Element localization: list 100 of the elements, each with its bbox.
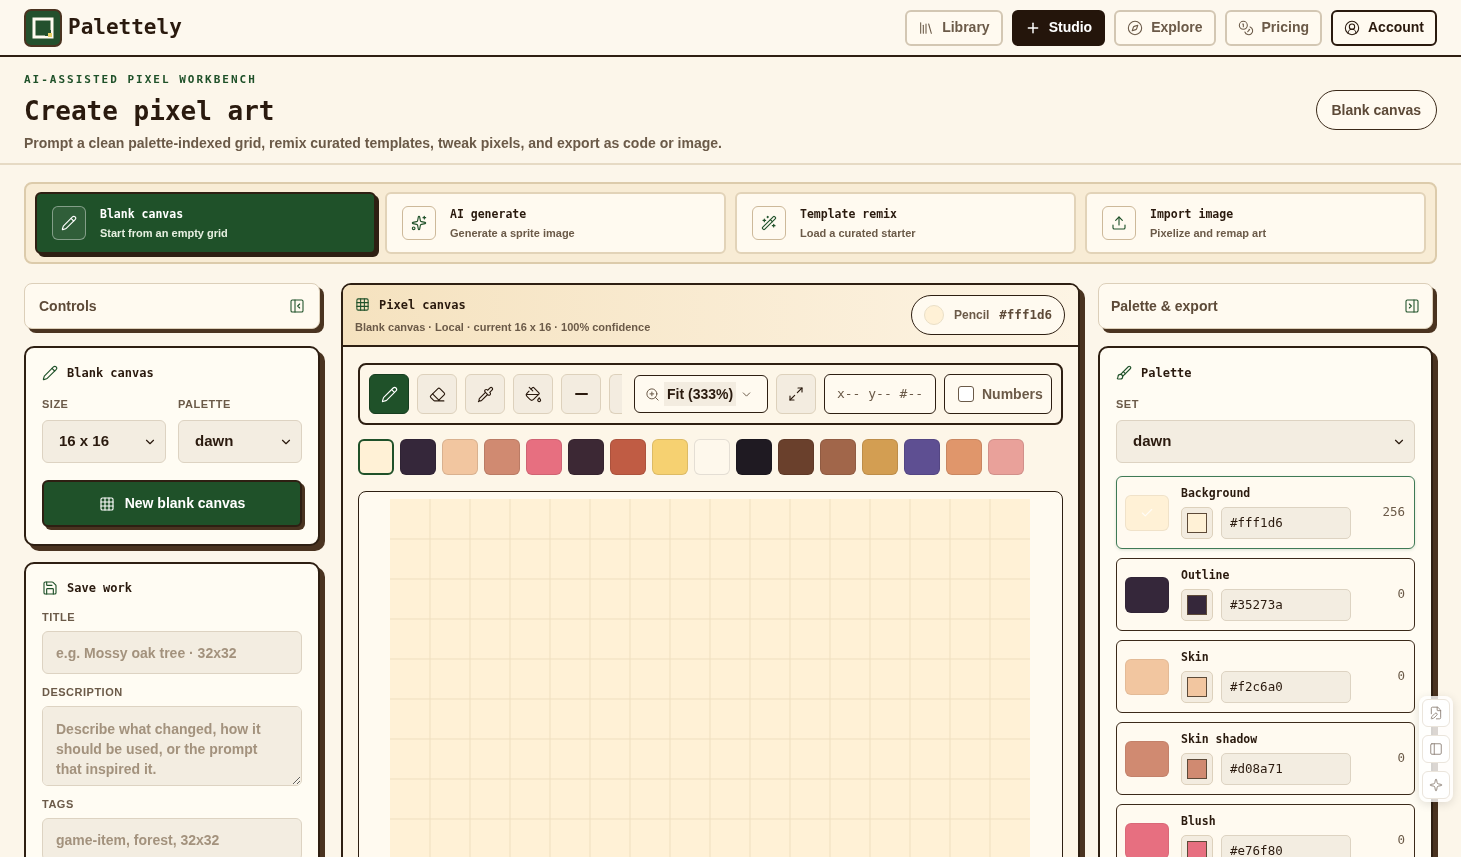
fullscreen-button[interactable] <box>776 374 816 414</box>
blank-canvas-button[interactable]: Blank canvas <box>1315 90 1437 130</box>
pixel-count: 0 <box>1397 831 1405 850</box>
tool-button[interactable] <box>369 374 409 414</box>
card-title: Blank canvas <box>67 365 154 382</box>
field-label: PALETTE <box>178 397 231 411</box>
grid-icon <box>355 297 370 312</box>
brush-hex: #fff1d6 <box>999 305 1052 324</box>
sparkle-icon <box>1429 778 1443 792</box>
mode-tab[interactable]: Blank canvas Start from an empty grid <box>35 192 376 254</box>
mode-subtitle: Start from an empty grid <box>100 225 228 240</box>
select-value: 16 x 16 <box>59 431 110 452</box>
field-label: TAGS <box>42 797 74 811</box>
panel-title: Palette & export <box>1111 296 1218 316</box>
zoom-value: Fit (333%) <box>664 382 737 406</box>
mode-subtitle: Pixelize and remap art <box>1150 225 1267 240</box>
paint-bucket-icon <box>524 385 542 403</box>
color-name: Background <box>1181 486 1251 500</box>
new-blank-canvas-button[interactable]: New blank canvas <box>42 480 302 527</box>
line-icon <box>574 393 588 395</box>
select-value: dawn <box>195 431 234 452</box>
palette-color-row[interactable]: Blush #e76f80 0 <box>1116 804 1415 857</box>
description-field[interactable]: Describe what changed, how it should be used, or the prompt that inspired it. <box>42 706 302 786</box>
pencil-icon <box>380 385 398 403</box>
field-label: TITLE <box>42 610 76 624</box>
hex-field[interactable]: #35273a <box>1221 589 1351 621</box>
panel-title: Controls <box>39 296 97 316</box>
pixel-count: 0 <box>1397 749 1405 768</box>
checkbox-label: Numbers <box>982 384 1043 404</box>
color-name: Skin <box>1181 650 1209 664</box>
palette-color-row[interactable]: Skin shadow #d08a71 0 <box>1116 722 1415 795</box>
magic-wand-icon <box>752 206 786 240</box>
sparkles-icon <box>402 206 436 240</box>
field-label: DESCRIPTION <box>42 685 123 699</box>
select-field[interactable]: dawn <box>178 420 302 463</box>
hex-field[interactable]: #d08a71 <box>1221 753 1351 785</box>
palette-color-row[interactable]: Outline #35273a 0 <box>1116 558 1415 631</box>
save-icon <box>42 580 58 596</box>
nav-link[interactable]: Library <box>905 9 1003 46</box>
select-value: dawn <box>1133 431 1172 452</box>
card-title: Palette <box>1141 365 1192 382</box>
eyedropper-icon <box>476 385 494 403</box>
collapse-panel-icon[interactable] <box>289 298 305 314</box>
nav-link[interactable]: Studio <box>1011 9 1106 46</box>
mode-tab[interactable]: Template remix Load a curated starter <box>735 192 1076 254</box>
pencil-icon <box>52 206 86 240</box>
palette-color-row[interactable]: Skin #f2c6a0 0 <box>1116 640 1415 713</box>
mode-tab[interactable]: Import image Pixelize and remap art <box>1085 192 1426 254</box>
card-title: Save work <box>67 580 133 597</box>
palette-color-row[interactable]: Background #fff1d6 256 <box>1116 476 1415 549</box>
pencil-icon <box>42 365 58 381</box>
input-field[interactable]: e.g. Mossy oak tree · 32x32 <box>42 631 302 674</box>
file-edit-button[interactable] <box>1422 699 1450 727</box>
select-field[interactable]: 16 x 16 <box>42 420 166 463</box>
collapse-panel-icon[interactable] <box>1404 298 1420 314</box>
color-picker-button[interactable] <box>1181 589 1213 621</box>
numbers-toggle[interactable]: Numbers <box>944 374 1052 414</box>
zoom-in-icon <box>645 386 660 402</box>
pixel-count: 256 <box>1382 503 1405 522</box>
mode-title: AI generate <box>450 206 527 221</box>
mode-subtitle: Load a curated starter <box>800 225 916 240</box>
logo-icon <box>24 8 62 47</box>
color-name: Skin shadow <box>1181 732 1258 746</box>
field-label: SET <box>1116 397 1139 411</box>
card-title: Pixel canvas <box>379 296 466 314</box>
coins-icon <box>1237 19 1254 36</box>
hex-field[interactable]: #f2c6a0 <box>1221 671 1351 703</box>
nav-link[interactable]: Pricing <box>1224 9 1322 46</box>
checkbox[interactable] <box>958 386 974 402</box>
pixel-count: 0 <box>1397 667 1405 686</box>
mode-tab[interactable]: AI generate Generate a sprite image <box>385 192 726 254</box>
brand-name[interactable]: Palettely <box>68 11 182 44</box>
user-circle-icon <box>1344 19 1360 36</box>
compass-icon <box>1127 19 1144 36</box>
color-picker-button[interactable] <box>1181 753 1213 785</box>
page-subtitle: Prompt a clean palette-indexed grid, remix curated templates, tweak pixels, and export as code or image. <box>24 134 722 153</box>
panel-toggle-button[interactable] <box>1422 735 1450 763</box>
color-picker-button[interactable] <box>1181 507 1213 539</box>
color-name: Blush <box>1181 814 1216 828</box>
mode-title: Blank canvas <box>100 206 184 221</box>
brush-tool-label: Pencil <box>953 307 990 324</box>
pixel-count: 0 <box>1397 585 1405 604</box>
books-icon <box>918 19 935 36</box>
grid-icon <box>98 495 115 512</box>
page-title: Create pixel art <box>24 96 275 126</box>
palette-set-select[interactable]: dawn <box>1116 420 1415 463</box>
sparkle-button[interactable] <box>1422 771 1450 799</box>
color-name: Outline <box>1181 568 1230 582</box>
input-field[interactable]: game-item, forest, 32x32 <box>42 818 302 857</box>
color-swatch[interactable] <box>358 439 394 475</box>
mode-title: Import image <box>1150 206 1234 221</box>
nav-link[interactable]: Explore <box>1114 9 1216 46</box>
nav-link[interactable]: Account <box>1331 9 1437 46</box>
zoom-select[interactable]: Fit (333%) <box>634 375 768 413</box>
color-picker-button[interactable] <box>1181 671 1213 703</box>
mode-subtitle: Generate a sprite image <box>450 225 575 240</box>
cursor-readout: x-- y-- #-- <box>824 374 936 414</box>
brush-icon <box>1116 365 1132 381</box>
hex-field[interactable]: #e76f80 <box>1221 835 1351 857</box>
hex-field[interactable]: #fff1d6 <box>1221 507 1351 539</box>
